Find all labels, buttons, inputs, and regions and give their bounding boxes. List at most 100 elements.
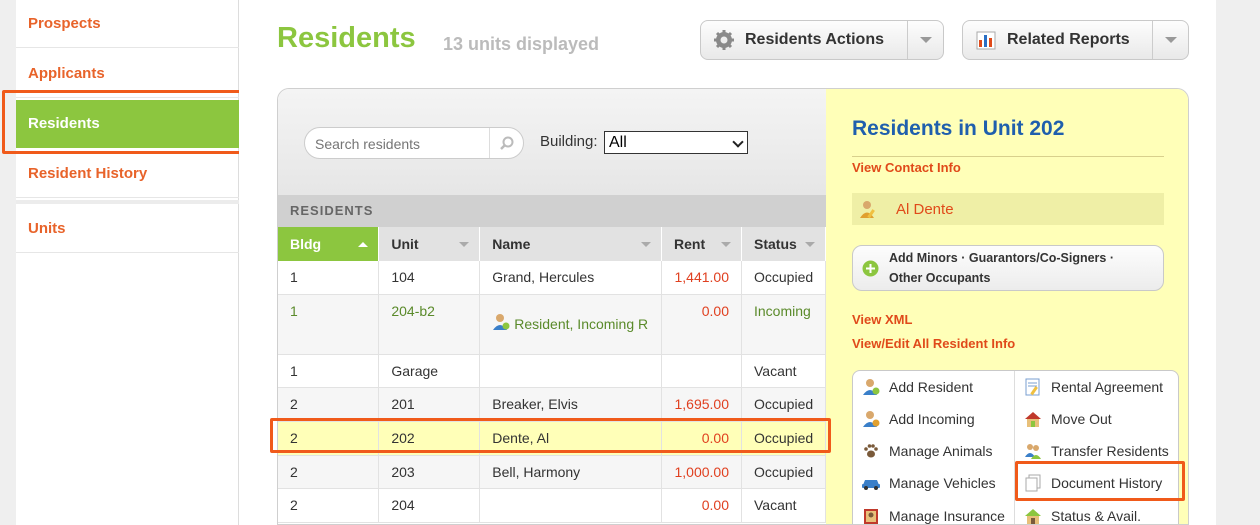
document-icon: [1023, 473, 1043, 493]
related-reports-label: Related Reports: [1007, 31, 1130, 48]
insurance-icon: [861, 506, 881, 524]
cell-rent: [661, 354, 742, 388]
resident-actions-grid: Add Resident Rental Agreement Add Incomi…: [852, 370, 1179, 524]
unit-panel-title: Residents in Unit 202: [852, 117, 1065, 140]
view-contact-info-link[interactable]: View Contact Info: [852, 160, 961, 175]
unit-residents-panel: Residents in Unit 202 View Contact Info …: [826, 89, 1188, 524]
cell-status: Occupied: [741, 421, 826, 456]
sidebar-item-units[interactable]: Units: [16, 205, 239, 253]
column-header-label: Bldg: [290, 236, 322, 252]
residents-panel: Building: All RESIDENTS Bldg Unit Name R…: [277, 88, 1189, 525]
gear-icon: [713, 29, 735, 51]
units-count: 13 units displayed: [443, 34, 600, 54]
section-label: RESIDENTS: [278, 195, 826, 227]
status-availability-action[interactable]: Status & Avail.: [1015, 500, 1141, 524]
cell-status: Occupied: [741, 387, 826, 422]
rental-agreement-action[interactable]: Rental Agreement: [1015, 371, 1163, 403]
move-out-icon: [1023, 409, 1043, 429]
incoming-resident-icon: [492, 313, 510, 336]
table-row-selected[interactable]: 2 202 Dente, Al 0.00 Occupied: [278, 421, 826, 456]
document-history-action[interactable]: Document History: [1015, 467, 1162, 499]
related-reports-main[interactable]: Related Reports: [963, 21, 1130, 59]
building-select-value: All: [609, 134, 627, 151]
sort-icon: [721, 242, 731, 247]
action-label: Document History: [1051, 475, 1163, 491]
column-header-label: Unit: [391, 236, 419, 252]
column-header-label: Name: [492, 236, 531, 252]
cell-unit: 201: [378, 387, 481, 422]
column-header-label: Status: [754, 236, 797, 252]
view-edit-all-resident-info-link[interactable]: View/Edit All Resident Info: [852, 336, 1015, 351]
bar-chart-icon: [975, 29, 997, 51]
transfer-residents-action[interactable]: Transfer Residents: [1015, 435, 1169, 467]
cell-unit: 203: [378, 455, 481, 489]
sort-icon: [459, 242, 470, 247]
cell-bldg: 2: [278, 421, 380, 456]
sidebar-item-applicants[interactable]: Applicants: [16, 50, 239, 98]
cell-name: Bell, Harmony: [479, 455, 663, 489]
sidebar-divider: [16, 200, 239, 204]
add-resident-action[interactable]: Add Resident: [853, 371, 973, 403]
cell-rent: 0.00: [661, 421, 742, 456]
cell-bldg: 1: [278, 294, 380, 355]
cell-name: [479, 354, 663, 388]
divider: [852, 156, 1164, 157]
residents-actions-button[interactable]: Residents Actions: [700, 20, 944, 60]
car-icon: [861, 473, 881, 493]
action-label: Rental Agreement: [1051, 379, 1164, 395]
sidebar: Prospects Applicants Residents Resident …: [16, 0, 239, 525]
building-select[interactable]: All: [604, 131, 748, 154]
sidebar-item-residents[interactable]: Residents: [16, 100, 239, 148]
add-incoming-icon: [861, 409, 881, 429]
cell-status: Vacant: [741, 488, 826, 523]
table-row[interactable]: 2 204 0.00 Vacant: [278, 488, 826, 523]
list-toolbar: Building: All: [278, 89, 826, 195]
table-row[interactable]: 1 Garage Vacant: [278, 354, 826, 388]
action-label: Manage Insurance: [889, 508, 1005, 524]
manage-animals-action[interactable]: Manage Animals: [853, 435, 993, 467]
related-reports-dropdown[interactable]: [1152, 21, 1188, 59]
column-header-label: Rent: [674, 236, 706, 252]
rental-agreement-icon: [1023, 377, 1043, 397]
sidebar-item-resident-history[interactable]: Resident History: [16, 150, 239, 198]
search-icon[interactable]: [489, 128, 523, 158]
cell-status: Occupied: [741, 261, 826, 295]
manage-insurance-action[interactable]: Manage Insurance: [853, 500, 1005, 524]
column-header-bldg[interactable]: Bldg: [278, 227, 380, 261]
add-other-occupants-button[interactable]: Add Minors · Guarantors/Co-Signers · Oth…: [852, 245, 1164, 291]
cell-unit: 104: [378, 261, 481, 295]
related-reports-button[interactable]: Related Reports: [962, 20, 1189, 60]
manage-vehicles-action[interactable]: Manage Vehicles: [853, 467, 996, 499]
page-title: Residents: [277, 22, 416, 54]
cell-bldg: 2: [278, 488, 380, 523]
residents-actions-dropdown[interactable]: [907, 21, 943, 59]
column-header-unit[interactable]: Unit: [378, 227, 481, 261]
view-xml-link[interactable]: View XML: [852, 312, 912, 327]
action-label: Add Resident: [889, 379, 974, 395]
cell-name: [479, 488, 663, 523]
add-resident-icon: [861, 377, 881, 397]
add-other-occupants-label: Add Minors · Guarantors/Co-Signers · Oth…: [889, 251, 1115, 285]
column-header-rent[interactable]: Rent: [661, 227, 742, 261]
column-header-name[interactable]: Name: [479, 227, 663, 261]
residents-actions-main[interactable]: Residents Actions: [701, 21, 884, 59]
search-input[interactable]: [315, 134, 485, 154]
table-row[interactable]: 1 204-b2 Resident, Incoming R 0.00 Incom…: [278, 294, 826, 355]
resident-name: Al Dente: [896, 200, 954, 218]
table-row[interactable]: 2 201 Breaker, Elvis 1,695.00 Occupied: [278, 387, 826, 422]
cell-status: Incoming: [741, 294, 826, 355]
add-incoming-action[interactable]: Add Incoming: [853, 403, 975, 435]
resident-row[interactable]: Al Dente: [852, 193, 1164, 225]
column-header-status[interactable]: Status: [741, 227, 826, 261]
transfer-icon: [1023, 441, 1043, 461]
table-row[interactable]: 2 203 Bell, Harmony 1,000.00 Occupied: [278, 455, 826, 489]
residents-table: Bldg Unit Name Rent Status 1 104 Grand, …: [278, 227, 826, 523]
table-row[interactable]: 1 104 Grand, Hercules 1,441.00 Occupied: [278, 261, 826, 295]
cell-unit: Garage: [378, 354, 481, 388]
cell-unit: 204-b2: [378, 294, 481, 355]
action-label: Manage Animals: [889, 443, 993, 459]
sidebar-item-prospects[interactable]: Prospects: [16, 0, 239, 48]
cell-rent: 1,695.00: [661, 387, 742, 422]
move-out-action[interactable]: Move Out: [1015, 403, 1112, 435]
cell-unit: 204: [378, 488, 481, 523]
